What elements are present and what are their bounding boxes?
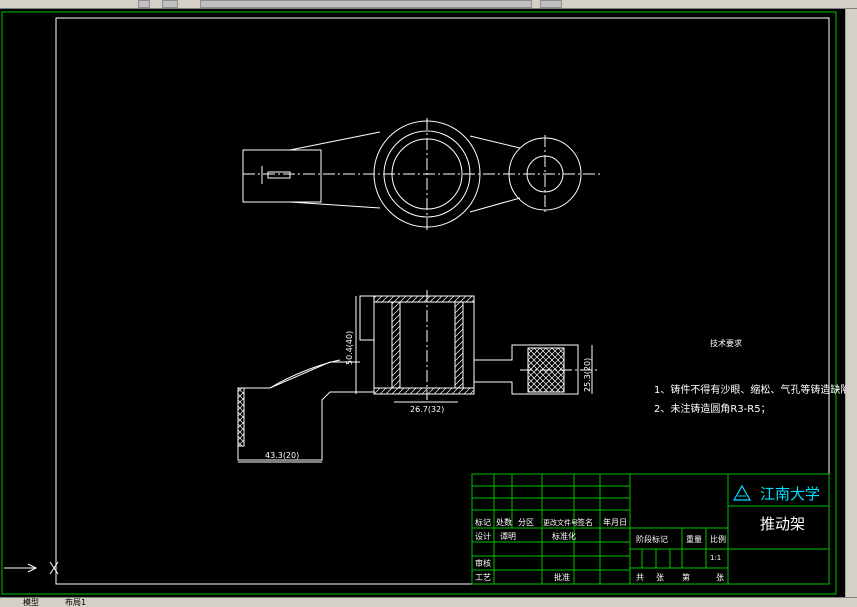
tb-label-zone: 分区 xyxy=(518,518,534,527)
tb-label-check: 审核 xyxy=(475,558,491,568)
hub-bottom-hatch xyxy=(373,387,475,395)
tb-label-page: 第 xyxy=(682,572,690,582)
dim-text-bottom-width: 43.3(20) xyxy=(265,451,299,460)
arm-right-upper xyxy=(469,135,521,149)
ucs-icon xyxy=(4,561,59,575)
top-view-slot xyxy=(267,171,291,179)
tb-label-date: 年月日 xyxy=(603,517,627,527)
tb-label-mark: 标记 xyxy=(475,517,491,527)
tb-label-change: 更改文件号 xyxy=(543,518,578,527)
hub-top-hatch xyxy=(373,295,475,303)
tb-label-sheets: 张 xyxy=(656,573,664,582)
hub-left-wall-hatch xyxy=(391,301,401,389)
part-name: 推动架 xyxy=(760,515,805,533)
tb-label-approve: 批准 xyxy=(554,572,570,582)
school-name: 江南大学 xyxy=(760,485,820,503)
outer-border xyxy=(1,11,837,595)
tech-req-item-2: 2、未注铸造圆角R3-R5； xyxy=(654,402,771,415)
top-view xyxy=(242,118,600,232)
dim-text-height-right: 25.3(20) xyxy=(583,358,592,392)
tech-req-title: 技术要求 xyxy=(710,338,742,348)
arm-right-lower xyxy=(469,197,521,213)
cad-drawing: 50.4(40) 26.7(32) 25.3(20) 43.3(20) 技术要求… xyxy=(1,11,846,595)
tb-scale-value: 1:1 xyxy=(710,554,721,562)
tb-label-sign: 签名 xyxy=(577,517,593,527)
dim-text-bore-width: 26.7(32) xyxy=(410,405,444,414)
arm-upper-line xyxy=(289,131,381,151)
tb-label-standardize: 标准化 xyxy=(552,531,576,541)
tb-label-stage: 阶段标记 xyxy=(636,534,668,544)
dim-text-height-left: 50.4(40) xyxy=(345,331,354,365)
tb-label-weight: 重量 xyxy=(686,534,702,544)
tb-label-design: 设计 xyxy=(475,531,491,541)
tb-label-ratio: 比例 xyxy=(710,534,726,544)
left-leg-hatch xyxy=(237,387,245,447)
tb-label-total: 共 xyxy=(636,573,644,582)
school-logo xyxy=(732,484,752,501)
tb-label-process: 工艺 xyxy=(475,573,491,582)
section-view xyxy=(237,290,600,463)
top-view-left-block xyxy=(242,149,322,203)
tech-req-item-1: 1、铸件不得有沙眼、缩松、气孔等铸造缺陷； xyxy=(654,383,846,396)
hub-right-wall-hatch xyxy=(454,301,464,389)
tb-label-count: 处数 xyxy=(496,517,512,527)
tb-label-sheet-unit: 张 xyxy=(716,573,724,582)
left-leg xyxy=(237,388,374,461)
tb-design-name: 谭明 xyxy=(500,532,516,541)
vertical-scrollbar[interactable] xyxy=(845,9,857,597)
arm-lower-line xyxy=(289,201,381,209)
